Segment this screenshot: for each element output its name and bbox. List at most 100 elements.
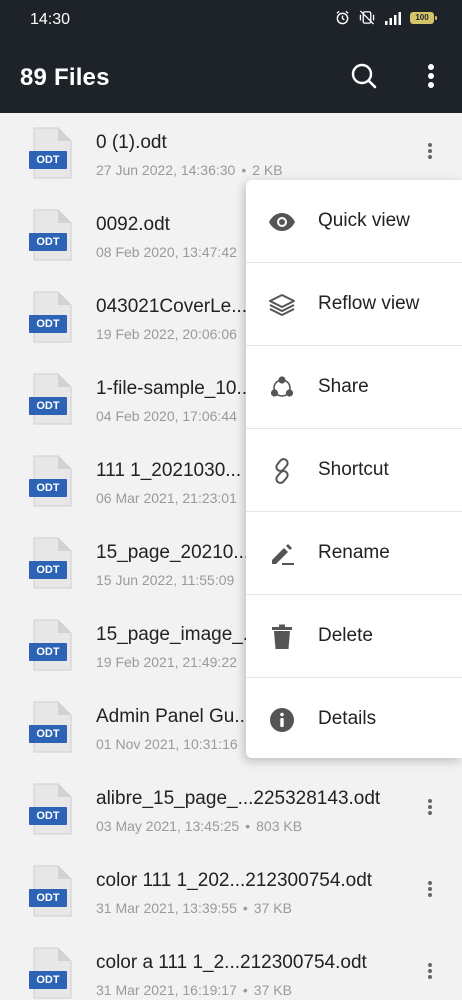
info-icon [268,706,296,734]
odt-file-icon: ODT [27,619,75,671]
file-more-button[interactable] [416,135,444,171]
file-type-badge: ODT [29,889,67,907]
file-type-badge: ODT [29,725,67,743]
link-icon [268,457,296,485]
menu-item-reflow-view[interactable]: Reflow view [246,263,462,346]
odt-file-icon: ODT [27,373,75,425]
more-vert-icon [427,880,433,903]
file-date: 15 Jun 2022, 11:55:09 [96,572,235,588]
eye-icon [268,208,296,236]
file-type-badge: ODT [29,971,67,989]
file-more-button[interactable] [416,873,444,909]
file-row[interactable]: ODT color 111 1_202...212300754.odt 31 Mar… [0,851,462,933]
file-type-badge: ODT [29,479,67,497]
file-meta: 01 Nov 2021, 10:31:16 [96,736,238,752]
file-date: 31 Mar 2021, 16:19:17 [96,982,237,998]
file-type-badge: ODT [29,561,67,579]
file-name: alibre_15_page_...225328143.odt [96,788,381,809]
file-name: color a 111 1_2...212300754.odt [96,952,367,973]
vibrate-off-icon [358,10,376,25]
more-vert-icon [427,962,433,985]
file-meta: 04 Feb 2020, 17:06:44 [96,408,237,424]
odt-file-icon: ODT [27,209,75,261]
more-vert-icon [427,798,433,821]
file-date: 19 Feb 2021, 21:49:22 [96,654,237,670]
odt-file-icon: ODT [27,701,75,753]
file-name: 0092.odt [96,214,170,235]
menu-item-label: Details [318,708,377,729]
menu-item-details[interactable]: Details [246,678,462,761]
menu-item-quick-view[interactable]: Quick view [246,180,462,263]
pencil-icon [268,540,296,568]
file-name: 111 1_2021030... [96,460,242,481]
file-meta: 19 Feb 2021, 21:49:22 [96,654,237,670]
file-meta: 15 Jun 2022, 11:55:09 [96,572,234,588]
file-size: 37 KB [253,900,292,916]
file-type-badge: ODT [29,315,67,333]
file-name: 0 (1).odt [96,132,167,153]
file-more-button[interactable] [416,955,444,991]
file-name: 1-file-sample_10... [96,378,253,399]
file-date: 31 Mar 2021, 13:39:55 [96,900,237,916]
file-date: 04 Feb 2020, 17:06:44 [96,408,237,424]
odt-file-icon: ODT [27,783,75,835]
file-name: 043021CoverLe... [96,296,248,317]
status-icons: 100 [335,10,437,25]
file-size: 803 KB [256,818,303,834]
file-meta: 19 Feb 2022, 20:06:06 [96,326,237,342]
file-meta: 03 May 2021, 13:45:25 • 803 KB [96,818,302,834]
file-name: 15_page_20210... [96,542,250,563]
file-meta: 06 Mar 2021, 21:23:01 [96,490,237,506]
file-meta: 27 Jun 2022, 14:36:30 • 2 KB [96,162,283,178]
separator-dot: • [241,162,247,178]
search-button[interactable] [346,60,382,96]
file-type-badge: ODT [29,807,67,825]
file-date: 03 May 2021, 13:45:25 [96,818,240,834]
context-menu: Quick view Reflow view Share Shortcut Rename… [246,180,462,758]
file-name: 15_page_image_... [96,624,259,645]
file-type-badge: ODT [29,643,67,661]
overflow-menu-button[interactable] [414,60,448,96]
share-icon [268,374,296,402]
more-vert-icon [427,63,435,94]
signal-icon [384,11,402,25]
file-meta: 31 Mar 2021, 16:19:17 • 37 KB [96,982,292,998]
menu-item-share[interactable]: Share [246,346,462,429]
file-size: 2 KB [252,162,283,178]
battery-icon: 100 [410,11,437,24]
file-more-button[interactable] [416,791,444,827]
app-bar: 89 Files [0,40,462,113]
file-row[interactable]: ODT alibre_15_page_...225328143.odt 03 May… [0,769,462,851]
file-type-badge: ODT [29,233,67,251]
file-date: 06 Mar 2021, 21:23:01 [96,490,237,506]
status-bar: 14:30 100 [0,0,462,40]
file-meta: 08 Feb 2020, 13:47:42 [96,244,237,260]
search-icon [350,62,378,95]
file-size: 37 KB [253,982,292,998]
odt-file-icon: ODT [27,127,75,179]
menu-item-shortcut[interactable]: Shortcut [246,429,462,512]
separator-dot: • [242,900,248,916]
more-vert-icon [427,142,433,165]
odt-file-icon: ODT [27,455,75,507]
menu-item-label: Delete [318,625,373,646]
file-meta: 31 Mar 2021, 13:39:55 • 37 KB [96,900,292,916]
menu-item-label: Reflow view [318,293,420,314]
page-title: 89 Files [20,64,110,91]
menu-item-rename[interactable]: Rename [246,512,462,595]
menu-item-label: Shortcut [318,459,389,480]
odt-file-icon: ODT [27,865,75,917]
separator-dot: • [242,982,248,998]
file-date: 27 Jun 2022, 14:36:30 [96,162,236,178]
layers-icon [268,291,296,319]
menu-item-label: Quick view [318,210,410,231]
alarm-icon [335,10,350,25]
file-date: 08 Feb 2020, 13:47:42 [96,244,237,260]
file-type-badge: ODT [29,151,67,169]
menu-item-delete[interactable]: Delete [246,595,462,678]
odt-file-icon: ODT [27,947,75,999]
status-time: 14:30 [30,11,71,28]
separator-dot: • [245,818,251,834]
file-name: Admin Panel Gu... [96,706,251,727]
file-row[interactable]: ODT color a 111 1_2...212300754.odt 31 Mar… [0,933,462,1000]
